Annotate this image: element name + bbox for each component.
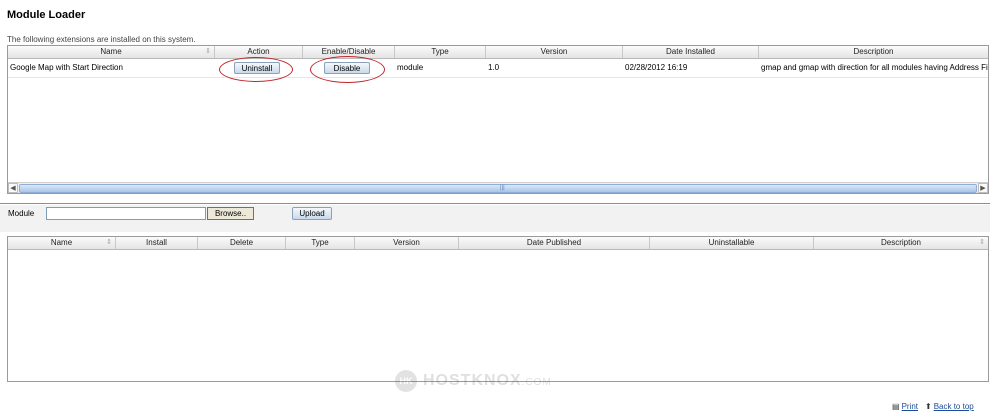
- hostknox-logo-icon: HK: [395, 370, 417, 392]
- available-modules-grid: Name ⇕ Install Delete Type Version Date …: [7, 236, 989, 382]
- sort-icon[interactable]: ⇕: [106, 238, 112, 248]
- print-link[interactable]: ▤ Print: [892, 402, 918, 412]
- annotation-oval-uninstall: [219, 57, 293, 82]
- table-row[interactable]: Google Map with Start Direction Uninstal…: [8, 59, 988, 78]
- cell-description: gmap and gmap with direction for all mod…: [761, 63, 988, 72]
- cell-date-installed: 02/28/2012 16:19: [625, 63, 688, 72]
- column-header-name[interactable]: Name ⇕: [8, 237, 116, 249]
- watermark: HK HOSTKNOX.COM: [395, 370, 552, 392]
- sort-icon[interactable]: ⇕: [205, 47, 211, 57]
- column-header-description[interactable]: Description: [759, 46, 988, 58]
- column-header-date-installed[interactable]: Date Installed: [623, 46, 759, 58]
- module-label: Module: [8, 209, 35, 218]
- watermark-text: HOSTKNOX: [423, 372, 522, 389]
- printer-icon: ▤: [892, 402, 900, 411]
- chevron-left-icon[interactable]: ◀: [8, 183, 18, 193]
- back-to-top-link[interactable]: ⬆ Back to top: [925, 402, 974, 412]
- browse-button[interactable]: Browse..: [207, 207, 254, 220]
- grip-icon: |||: [500, 185, 505, 191]
- chevron-right-icon[interactable]: ▶: [978, 183, 988, 193]
- page-title: Module Loader: [7, 9, 86, 21]
- scrollbar-thumb[interactable]: |||: [19, 184, 977, 193]
- page-subtitle: The following extensions are installed o…: [7, 35, 196, 44]
- column-header-version[interactable]: Version: [355, 237, 459, 249]
- section-divider: [0, 203, 990, 204]
- column-header-version[interactable]: Version: [486, 46, 623, 58]
- upload-button[interactable]: Upload: [292, 207, 332, 220]
- column-header-type[interactable]: Type: [286, 237, 355, 249]
- arrow-up-icon: ⬆: [925, 402, 932, 411]
- column-header-name[interactable]: Name ⇕: [8, 46, 215, 58]
- horizontal-scrollbar[interactable]: ◀ ||| ▶: [8, 182, 988, 193]
- available-grid-header: Name ⇕ Install Delete Type Version Date …: [8, 237, 988, 250]
- annotation-oval-disable: [310, 56, 385, 83]
- installed-grid-header: Name ⇕ Action Enable/Disable Type Versio…: [8, 46, 988, 59]
- column-header-description[interactable]: Description ⇕: [814, 237, 988, 249]
- watermark-suffix: .COM: [521, 377, 552, 388]
- column-header-type[interactable]: Type: [395, 46, 486, 58]
- cell-name: Google Map with Start Direction: [10, 63, 123, 72]
- column-header-date-published[interactable]: Date Published: [459, 237, 650, 249]
- sort-icon[interactable]: ⇕: [979, 238, 985, 248]
- column-header-delete[interactable]: Delete: [198, 237, 286, 249]
- cell-version: 1.0: [488, 63, 500, 72]
- column-header-uninstallable[interactable]: Uninstallable: [650, 237, 814, 249]
- installed-modules-grid: Name ⇕ Action Enable/Disable Type Versio…: [7, 45, 989, 194]
- column-header-install[interactable]: Install: [116, 237, 198, 249]
- cell-type: module: [397, 63, 424, 72]
- module-file-input[interactable]: [46, 207, 206, 220]
